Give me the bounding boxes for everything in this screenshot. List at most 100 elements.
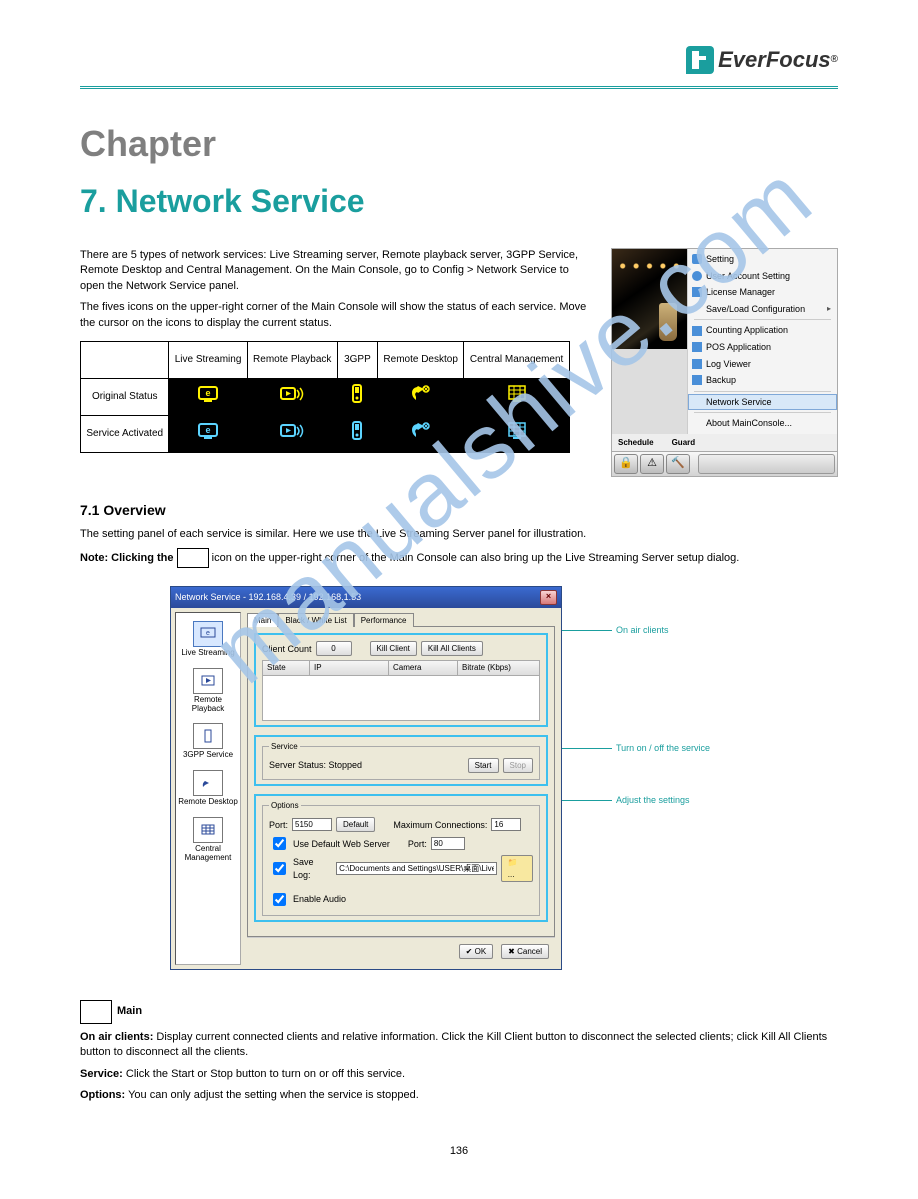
menu-user-account[interactable]: User Account Setting [688,268,837,285]
web-port-label: Port: [408,838,427,851]
callout-clients: On air clients [562,624,710,637]
use-default-web-checkbox[interactable] [273,837,286,850]
max-conn-input[interactable] [491,818,521,831]
save-log-path-input[interactable] [336,862,497,875]
sidebar-central-management[interactable]: Central Management [176,813,240,869]
options-legend: Options [269,800,301,811]
port-label: Port: [269,819,288,832]
options-fieldset: Options Port: Default Maximum Connection… [262,800,540,916]
live-streaming-icon: e [193,382,223,406]
backup-icon [692,375,702,385]
tab-performance[interactable]: Performance [354,613,414,627]
sidebar-live-streaming[interactable]: eLive Streaming [176,617,240,664]
col-live-streaming: Live Streaming [169,341,247,378]
chevron-right-icon: ▸ [827,303,831,314]
save-log-checkbox[interactable] [273,862,286,875]
footer-toolbar: 🔒 ⚠ 🔨 [612,451,837,476]
gear-icon [692,254,702,264]
counting-icon [692,326,702,336]
network-service-dialog: Network Service - 192.168.4.39 / 192.168… [170,586,562,970]
log-icon [692,359,702,369]
sidebar-remote-desktop[interactable]: Remote Desktop [176,766,240,813]
tab-guard[interactable]: Guard [672,437,696,448]
col-blank [81,341,169,378]
page-number: 136 [80,1144,838,1159]
menu-license-manager[interactable]: License Manager [688,284,837,301]
row-original-status: Original Status [81,378,169,415]
kill-all-clients-button[interactable]: Kill All Clients [421,641,483,656]
config-context-menu: Setting User Account Setting License Man… [687,249,837,434]
tab-schedule[interactable]: Schedule [618,437,654,448]
menu-counting-app[interactable]: Counting Application [688,322,837,339]
port-input[interactable] [292,818,332,831]
menu-about[interactable]: About MainConsole... [688,415,837,432]
note-text: Note: Clicking the icon on the upper-rig… [80,548,838,568]
grid-icon [199,822,217,838]
blank-icon [692,304,702,314]
dialog-tabs: Main Black / White List Performance [247,612,555,626]
blank-icon [692,419,702,429]
ok-button[interactable]: ✔ OK [459,944,494,959]
dialog-titlebar: Network Service - 192.168.4.39 / 192.168… [171,587,561,608]
service-status-icons-table: Live Streaming Remote Playback 3GPP Remo… [80,341,570,453]
enable-audio-label: Enable Audio [293,893,346,906]
user-icon [692,271,702,281]
sidebar-remote-playback[interactable]: Remote Playback [176,664,240,720]
menu-backup[interactable]: Backup [688,372,837,389]
menu-separator [694,319,831,320]
callout-service: Turn on / off the service [562,742,710,755]
chapter-title: 7. Network Service [80,179,838,224]
callout-options: Adjust the settings [562,794,710,807]
phone-icon [199,728,217,744]
menu-pos-app[interactable]: POS Application [688,339,837,356]
central-mgmt-icon [502,382,532,406]
tab-black-white[interactable]: Black / White List [278,613,353,627]
blank-icon [692,397,702,407]
options-group: Options Port: Default Maximum Connection… [254,794,548,922]
lock-button[interactable]: 🔒 [614,454,638,474]
menu-log-viewer[interactable]: Log Viewer [688,356,837,373]
col-remote-playback: Remote Playback [247,341,337,378]
menu-setting[interactable]: Setting [688,251,837,268]
menu-separator [694,412,831,413]
chapter-label: Chapter [80,119,838,169]
cancel-button[interactable]: ✖ Cancel [501,944,549,959]
stop-button[interactable]: Stop [503,758,533,773]
logo-registered: ® [831,53,838,67]
3gpp-icon [342,382,372,406]
callout-column: On air clients Turn on / off the service… [562,574,710,982]
config-button[interactable]: 🔨 [666,454,690,474]
client-list-body [262,676,540,721]
inline-icon-placeholder [177,548,209,568]
browse-button[interactable]: 📁 ... [501,855,533,881]
header-logo-bar: EverFocus ® [80,35,838,84]
close-icon[interactable]: × [540,590,557,605]
web-port-input[interactable] [431,837,465,850]
alert-icon: ⚠ [647,456,657,471]
remote-playback-active-icon [277,419,307,443]
section-overview-head: 7.1 Overview [80,501,838,521]
col-ip: IP [310,661,389,674]
dialog-title: Network Service - 192.168.4.39 / 192.168… [175,591,361,604]
save-log-label: Save Log: [293,856,332,881]
sidebar-3gpp[interactable]: 3GPP Service [176,719,240,766]
menu-network-service[interactable]: Network Service [688,394,837,411]
everfocus-logo: EverFocus ® [686,45,838,76]
default-button[interactable]: Default [336,817,375,832]
logo-mark [686,46,714,74]
kill-client-button[interactable]: Kill Client [370,641,417,656]
menu-save-load-config[interactable]: Save/Load Configuration▸ [688,301,837,318]
tab-main[interactable]: Main [247,613,278,627]
enable-audio-checkbox[interactable] [273,893,286,906]
live-streaming-icon: e [199,626,217,642]
satellite-icon [199,775,217,791]
header-rule [80,86,838,89]
main-client-text: On air clients: Display current connecte… [80,1030,838,1061]
logo-text: EverFocus [718,45,831,76]
pos-icon [692,342,702,352]
toolbar-spacer [698,454,835,474]
dialog-sidebar: eLive Streaming Remote Playback 3GPP Ser… [175,612,241,965]
alert-button[interactable]: ⚠ [640,454,664,474]
start-button[interactable]: Start [468,758,499,773]
client-count-label: Client Count [262,643,312,656]
